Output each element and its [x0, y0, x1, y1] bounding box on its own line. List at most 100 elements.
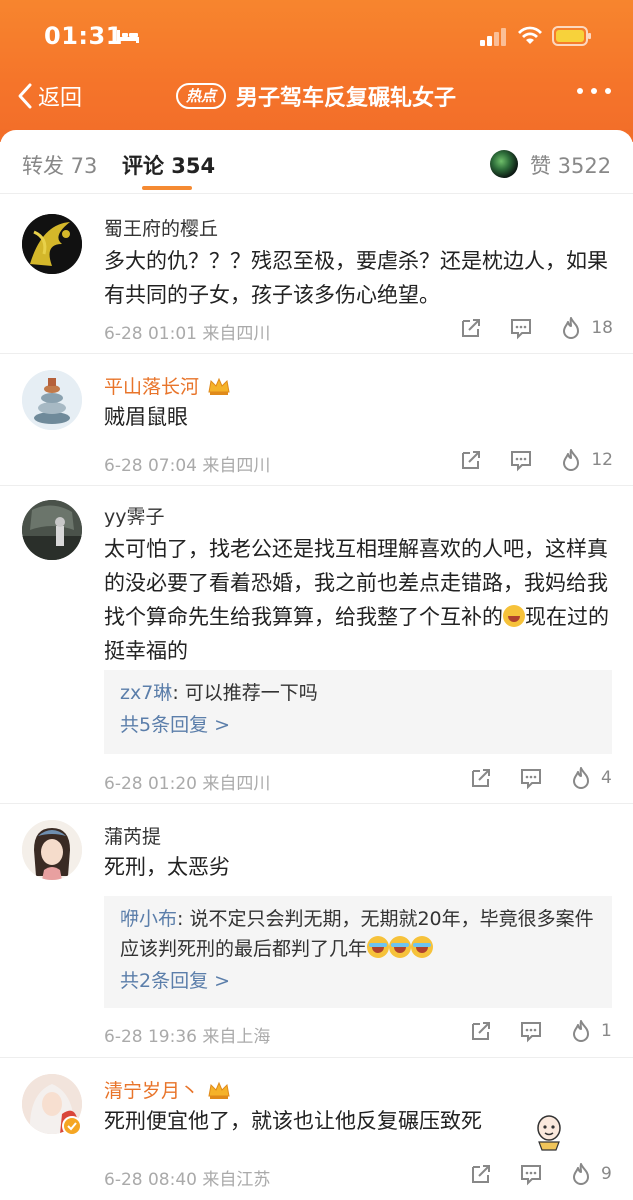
comment-text: 太可怕了，找老公还是找互相理解喜欢的人吧，这样真的没必要了看着恐婚，我之前也差点…: [104, 532, 609, 668]
like-count: 18: [591, 318, 613, 338]
avatar-image: [22, 370, 82, 430]
cellular-signal-icon: [480, 28, 506, 46]
crying-emoji-icon: [411, 936, 434, 958]
view-replies-link[interactable]: 共2条回复 >: [120, 964, 596, 998]
reply-button[interactable]: [509, 448, 533, 472]
share-button[interactable]: [469, 1019, 493, 1043]
page-title: 男子驾车反复碾轧女子: [236, 86, 457, 111]
reply-button[interactable]: [509, 316, 533, 340]
username-text: 蜀王府的樱丘: [104, 218, 219, 240]
avatar[interactable]: [22, 214, 82, 274]
avatar[interactable]: [22, 370, 82, 430]
username-text: 清宁岁月丶: [104, 1080, 200, 1102]
vip-crown-icon: [208, 1081, 230, 1099]
username[interactable]: 清宁岁月丶: [104, 1076, 231, 1103]
verified-badge-icon: [62, 1116, 82, 1136]
comment-icon: [521, 1165, 541, 1186]
app-header: 01:31 返回 热点 男子驾车反复碾轧女子: [0, 0, 633, 142]
flame-icon: [573, 767, 589, 789]
view-replies-link[interactable]: 共5条回复 >: [120, 708, 596, 742]
reply-text: : 说不定只会判无期，无期就20年，毕竟很多案件应该判死刑的最后都判了几年: [120, 908, 594, 960]
comment-actions: 9: [443, 1162, 613, 1186]
page-title-group[interactable]: 热点 男子驾车反复碾轧女子: [176, 80, 456, 112]
tab-like[interactable]: 赞 3522: [530, 150, 611, 180]
battery-icon: [552, 26, 591, 46]
comment-actions: 4: [443, 766, 613, 790]
back-button[interactable]: 返回: [16, 80, 82, 112]
sleep-mode-icon: [117, 30, 139, 43]
nav-bar: 返回 热点 男子驾车反复碾轧女子: [0, 74, 633, 120]
reply-line: 咿小布: 说不定只会判无期，无期就20年，毕竟很多案件应该判死刑的最后都判了几年: [120, 904, 596, 964]
more-options-icon[interactable]: [577, 88, 611, 98]
comment-actions: 12: [433, 448, 613, 472]
reply-button[interactable]: [519, 1162, 543, 1186]
status-bar: 01:31: [0, 18, 633, 54]
comment-meta: 6-28 19:36 来自上海: [104, 1027, 271, 1047]
reply-button[interactable]: [519, 1019, 543, 1043]
reply-text: : 可以推荐一下吗: [172, 682, 318, 704]
share-icon: [462, 451, 481, 469]
tab-bar: 转发 73 评论 354 赞 3522: [0, 130, 633, 194]
back-label: 返回: [38, 86, 83, 111]
username[interactable]: 平山落长河: [104, 372, 231, 399]
comment-text: 死刑，太恶劣: [104, 855, 230, 879]
like-count: 4: [601, 768, 612, 788]
avatar-image: [22, 500, 82, 560]
status-time: 01:31: [44, 22, 123, 50]
liker-avatar: [490, 150, 518, 178]
comment-icon: [511, 451, 532, 472]
vip-crown-icon: [208, 377, 230, 395]
reply-line: zx7琳: 可以推荐一下吗: [120, 678, 596, 708]
tab-repost[interactable]: 转发 73: [22, 150, 97, 180]
comment-meta: 6-28 01:20 来自四川: [104, 774, 271, 794]
like-button[interactable]: 18: [559, 316, 613, 340]
active-tab-indicator: [142, 186, 192, 190]
reply-preview[interactable]: 咿小布: 说不定只会判无期，无期就20年，毕竟很多案件应该判死刑的最后都判了几年…: [104, 896, 612, 1008]
laughing-crying-emoji-icon: [503, 605, 525, 627]
comment-item: 平山落长河 贼眉鼠眼 6-28 07:04 来自四川 12: [0, 354, 633, 486]
username-text: yy霁子: [104, 506, 165, 528]
reply-username[interactable]: 咿小布: [120, 908, 177, 930]
username[interactable]: 蜀王府的樱丘: [104, 214, 218, 241]
comment-text: 多大的仇？？？残忍至极，要虐杀？还是枕边人，如果有共同的子女，孩子该多伤心绝望。: [104, 249, 608, 307]
like-button[interactable]: 4: [569, 766, 613, 790]
share-button[interactable]: [459, 316, 483, 340]
reply-username[interactable]: zx7琳: [120, 682, 172, 704]
comment-item: yy霁子 太可怕了，找老公还是找互相理解喜欢的人吧，这样真的没必要了看着恐婚，我…: [0, 486, 633, 804]
wifi-icon: [518, 26, 542, 44]
like-button[interactable]: 9: [569, 1162, 613, 1186]
share-icon: [472, 1165, 490, 1183]
username[interactable]: yy霁子: [104, 502, 165, 529]
flame-icon: [563, 317, 580, 339]
comment-text: 死刑便宜他了，就该也让他反复碾压致死: [104, 1109, 482, 1133]
like-button[interactable]: 1: [569, 1019, 613, 1043]
comment-meta: 6-28 07:04 来自四川: [104, 456, 271, 476]
comment-icon: [521, 769, 541, 790]
flame-icon: [573, 1020, 589, 1042]
comment-text: 贼眉鼠眼: [104, 405, 188, 429]
comment-item: 蜀王府的樱丘 多大的仇？？？残忍至极，要虐杀？还是枕边人，如果有共同的子女，孩子…: [0, 194, 633, 354]
comment-actions: 1: [443, 1019, 613, 1043]
hot-badge: 热点: [176, 83, 227, 109]
username[interactable]: 蒲芮提: [104, 822, 161, 849]
comment-meta: 6-28 01:01 来自四川: [104, 324, 271, 344]
comment-icon: [521, 1022, 541, 1043]
flame-icon: [573, 1163, 589, 1185]
avatar[interactable]: [22, 820, 82, 880]
avatar-image: [22, 214, 82, 274]
reply-preview[interactable]: zx7琳: 可以推荐一下吗 共5条回复 >: [104, 670, 612, 754]
share-button[interactable]: [469, 766, 493, 790]
reply-button[interactable]: [519, 766, 543, 790]
like-count: 9: [601, 1164, 612, 1184]
share-button[interactable]: [459, 448, 483, 472]
comment-icon: [511, 319, 532, 340]
avatar[interactable]: [22, 500, 82, 560]
share-button[interactable]: [469, 1162, 493, 1186]
crying-emoji-icon: [389, 936, 412, 958]
share-icon: [472, 769, 490, 787]
like-count: 1: [601, 1021, 612, 1041]
tab-comment[interactable]: 评论 354: [122, 150, 215, 180]
sticker-icon: [537, 1115, 561, 1151]
like-button[interactable]: 12: [559, 448, 613, 472]
avatar-image: [22, 820, 82, 880]
